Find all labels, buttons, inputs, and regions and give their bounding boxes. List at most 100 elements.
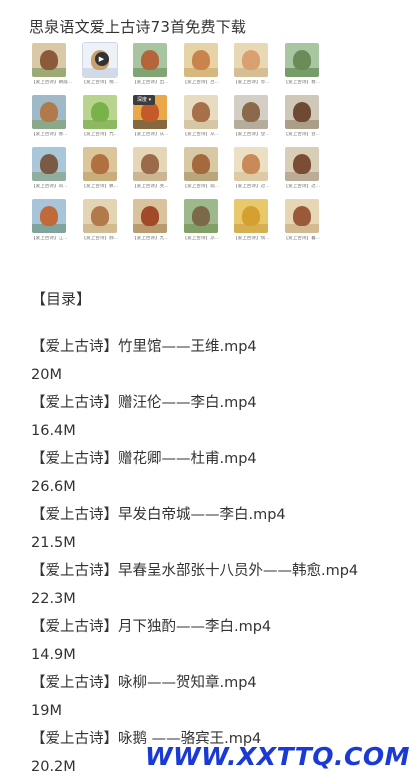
thumbnail-item[interactable]: 【爱上古诗】亢...	[82, 95, 130, 147]
thumbnail-caption: 【爱上古诗】枫...	[81, 184, 119, 189]
cartoon-figure-icon	[292, 50, 311, 70]
file-size: 26.6M	[31, 479, 76, 495]
page-title: 思泉语文爱上古诗73首免费下载	[29, 18, 247, 36]
thumbnail-image[interactable]	[32, 95, 66, 129]
thumbnail-image[interactable]	[82, 199, 117, 233]
list-item: 【爱上古诗】咏柳——贺知章.mp4 19M	[31, 672, 411, 728]
play-icon[interactable]: ▶	[94, 52, 109, 66]
thumbnail-caption: 【爱上古诗】出...	[132, 80, 169, 85]
thumbnail-item[interactable]: 【爱上古诗】枫...	[82, 147, 130, 199]
thumbnail-caption: 【爱上古诗】风...	[31, 184, 68, 189]
thumbnail-item[interactable]: 【爱上古诗】观...	[183, 147, 231, 199]
thumbnail-item[interactable]: 【爱上古诗】从...	[183, 95, 231, 147]
thumbnail-image[interactable]	[133, 43, 167, 77]
thumbnail-caption: 【爱上古诗】从...	[132, 132, 169, 137]
cartoon-figure-icon	[242, 154, 260, 174]
thumbnail-item[interactable]: 【爱上古诗】出...	[132, 43, 180, 95]
thumbnail-caption: 【爱上古诗】暮...	[283, 236, 321, 241]
thumbnail-item[interactable]: 【爱上古诗】九...	[132, 199, 180, 251]
thumbnail-item[interactable]: 【爱上古诗】暮...	[284, 199, 332, 251]
list-item: 【爱上古诗】早春呈水部张十八员外——韩愈.mp4 22.3M	[31, 560, 411, 616]
thumbnail-image[interactable]	[133, 147, 167, 181]
thumbnail-item[interactable]: 【爱上古诗】吕...	[183, 43, 231, 95]
cartoon-figure-icon	[292, 206, 311, 226]
cartoon-figure-icon	[141, 102, 159, 122]
thumbnail-image[interactable]	[183, 199, 218, 233]
thumbnail-caption: 【爱上古诗】吕...	[182, 80, 220, 85]
thumbnail-caption: 【爱上古诗】过...	[233, 184, 270, 189]
thumbnail-caption: 【爱上古诗】春...	[283, 80, 321, 85]
thumbnail-image[interactable]	[284, 43, 319, 77]
contents-heading: 【目录】	[31, 290, 92, 308]
thumbnail-item[interactable]: 【爱上古诗】过...	[233, 147, 281, 199]
thumbnail-caption: 【爱上古诗】观...	[182, 184, 220, 189]
thumbnail-item[interactable]: 【爱上古诗】春...	[284, 43, 332, 95]
thumbnail-image[interactable]	[234, 147, 268, 181]
thumbnail-image[interactable]	[32, 199, 66, 233]
thumbnail-image[interactable]	[133, 199, 167, 233]
list-item: 【爱上古诗】月下独酌——李白.mp4 14.9M	[31, 616, 411, 672]
file-title: 【爱上古诗】月下独酌——李白.mp4	[31, 619, 272, 635]
thumbnail-item[interactable]: 深度 ▾ 【爱上古诗】从...	[132, 95, 180, 147]
thumbnail-image[interactable]	[234, 43, 268, 77]
cartoon-figure-icon	[242, 206, 260, 226]
list-item: 【爱上古诗】早发白帝城——李白.mp4 21.5M	[31, 504, 411, 560]
thumbnail-caption: 【爱上古诗】九...	[132, 236, 169, 241]
thumbnail-image[interactable]	[183, 95, 218, 129]
file-title: 【爱上古诗】竹里馆——王维.mp4	[31, 339, 257, 355]
thumbnail-image[interactable]	[284, 199, 319, 233]
thumbnail-image[interactable]	[234, 95, 268, 129]
thumbnail-item[interactable]: 【爱上古诗】春...	[31, 95, 79, 147]
cartoon-figure-icon	[40, 154, 58, 174]
thumbnail-caption: 【爱上古诗】春...	[31, 132, 68, 137]
file-title: 【爱上古诗】咏柳——贺知章.mp4	[31, 675, 257, 691]
thumbnail-image[interactable]	[234, 199, 268, 233]
thumbnail-image[interactable]	[82, 95, 117, 129]
thumbnail-item[interactable]: 【爱上古诗】凉...	[183, 199, 231, 251]
list-item: 【爱上古诗】赠花卿——杜甫.mp4 26.6M	[31, 448, 411, 504]
thumbnail-image[interactable]: ▶	[81, 42, 118, 78]
thumbnail-image[interactable]	[82, 147, 117, 181]
list-item: 【爱上古诗】赠汪伦——李白.mp4 16.4M	[31, 392, 411, 448]
thumbnail-image[interactable]	[284, 95, 319, 129]
thumbnail-caption: 【爱上古诗】静...	[81, 236, 119, 241]
thumbnail-item[interactable]: 【爱上古诗】过...	[284, 147, 332, 199]
cartoon-figure-icon	[242, 50, 260, 70]
thumbnail-image[interactable]	[183, 43, 218, 77]
thumbnail-item[interactable]: 【爱上古诗】悯...	[233, 199, 281, 251]
thumbnail-item[interactable]: ▶ 【爱上古诗】赠...	[81, 42, 130, 95]
thumbnail-item[interactable]: 【爱上古诗】登...	[284, 95, 332, 147]
cartoon-figure-icon	[40, 50, 58, 70]
file-title: 【爱上古诗】赠汪伦——李白.mp4	[31, 395, 257, 411]
thumbnail-item[interactable]: 【爱上古诗】登...	[233, 95, 281, 147]
thumbnail-image[interactable]	[32, 43, 66, 77]
file-list: 【爱上古诗】竹里馆——王维.mp4 20M 【爱上古诗】赠汪伦——李白.mp4 16.…	[31, 336, 411, 784]
thumbnail-grid: 【爱上古诗】朝霞... ▶ 【爱上古诗】赠... 【爱上古诗】出... 【爱上古诗】吕.…	[31, 42, 332, 251]
thumbnail-item[interactable]: 【爱上古诗】朝霞...	[31, 43, 79, 95]
thumbnail-item[interactable]: 【爱上古诗】风...	[31, 147, 79, 199]
cartoon-figure-icon	[90, 102, 109, 122]
list-item: 【爱上古诗】竹里馆——王维.mp4 20M	[31, 336, 411, 392]
thumbnail-image[interactable]	[284, 147, 319, 181]
thumbnail-caption: 【爱上古诗】亢...	[81, 132, 119, 137]
thumbnail-item[interactable]: 【爱上古诗】静...	[82, 199, 130, 251]
cartoon-figure-icon	[292, 102, 311, 122]
file-title: 【爱上古诗】赠花卿——杜甫.mp4	[31, 451, 257, 467]
thumbnail-item[interactable]: 【爱上古诗】赤...	[233, 43, 281, 95]
thumbnail-caption: 【爱上古诗】凉...	[182, 236, 220, 241]
file-size: 21.5M	[31, 535, 76, 551]
thumbnail-caption: 【爱上古诗】朝霞...	[31, 80, 73, 85]
thumbnail-item[interactable]: 【爱上古诗】芙...	[132, 147, 180, 199]
cartoon-figure-icon	[40, 102, 58, 122]
site-watermark: WWW.XXTTQ.COM	[144, 742, 410, 771]
thumbnail-caption: 【爱上古诗】江...	[31, 236, 68, 241]
cartoon-figure-icon	[141, 154, 159, 174]
file-size: 20M	[31, 367, 62, 383]
thumbnail-caption: 【爱上古诗】芙...	[132, 184, 169, 189]
thumbnail-image[interactable]	[183, 147, 218, 181]
cartoon-figure-icon	[141, 206, 159, 226]
thumbnail-item[interactable]: 【爱上古诗】江...	[31, 199, 79, 251]
cartoon-figure-icon	[90, 206, 109, 226]
hover-tooltip: 深度 ▾	[133, 95, 156, 105]
thumbnail-image[interactable]	[32, 147, 66, 181]
